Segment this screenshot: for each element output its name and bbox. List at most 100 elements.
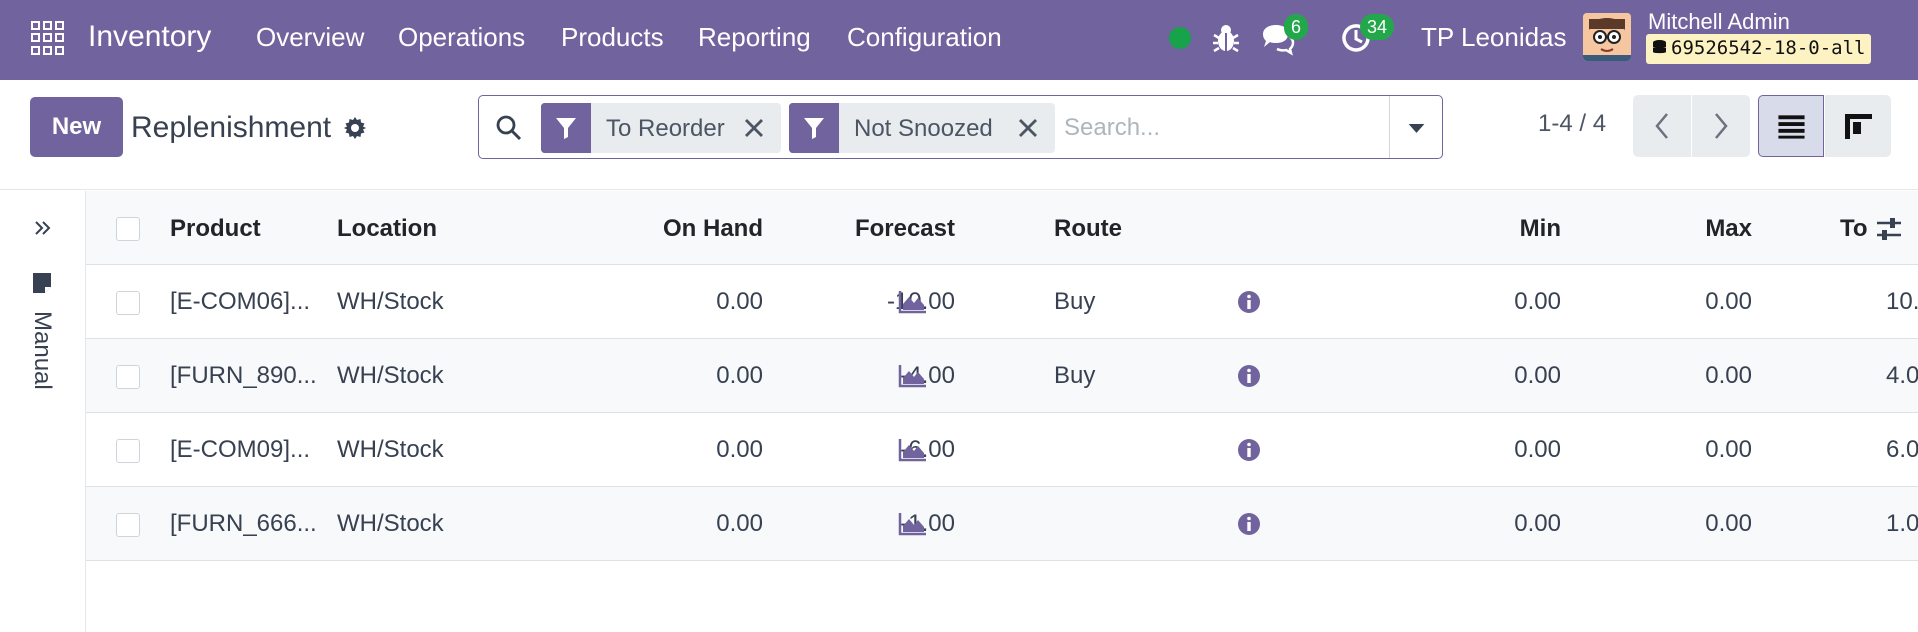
top-navbar: Inventory Overview Operations Products R… [0, 0, 1918, 80]
header-min[interactable]: Min [1386, 215, 1561, 243]
menu-products[interactable]: Products [561, 22, 664, 53]
row-checkbox[interactable] [116, 513, 140, 537]
debug-bug-icon[interactable] [1208, 20, 1244, 56]
table-row[interactable]: [FURN_666... WH/Stock 0.00 -1.00 0.00 0.… [86, 487, 1918, 561]
database-badge: 69526542-18-0-all [1646, 34, 1872, 64]
table-row[interactable]: [E-COM09]... WH/Stock 0.00 -6.00 0.00 0.… [86, 413, 1918, 487]
table-header: Product Location On Hand Forecast Route … [86, 191, 1918, 265]
filter-facet-to-reorder: To Reorder [541, 103, 781, 153]
cell-min: 0.00 [1514, 510, 1561, 537]
messages-count-badge: 6 [1284, 14, 1309, 40]
cell-forecast: -10.00 [786, 288, 955, 316]
cell-forecast: -6.00 [900, 436, 955, 463]
header-to-order[interactable]: To [1840, 215, 1868, 243]
menu-reporting[interactable]: Reporting [698, 22, 811, 53]
database-name: 69526542-18-0-all [1671, 37, 1866, 59]
side-panel: Manual [0, 191, 86, 632]
cell-forecast: -1.00 [900, 510, 955, 537]
cell-product: [E-COM09]... [170, 436, 311, 463]
pager-previous-chevron-left-icon[interactable] [1633, 95, 1691, 157]
cell-max: 0.00 [1705, 288, 1752, 315]
cell-on-hand: 0.00 [716, 436, 763, 463]
control-panel: New Replenishment To Reorder Not Snoozed… [0, 80, 1918, 190]
row-checkbox[interactable] [116, 365, 140, 389]
app-brand[interactable]: Inventory [88, 20, 211, 54]
cell-max: 0.00 [1705, 436, 1752, 463]
company-switcher[interactable]: TP Leonidas [1421, 22, 1567, 53]
filter-funnel-icon [789, 103, 839, 153]
cell-location: WH/Stock [337, 510, 444, 537]
cell-product: [FURN_666... [170, 510, 317, 537]
cell-max: 0.00 [1705, 510, 1752, 537]
cell-on-hand: 0.00 [716, 288, 763, 315]
info-circle-icon[interactable] [1236, 437, 1262, 463]
header-forecast[interactable]: Forecast [786, 215, 955, 243]
activities-count-badge: 34 [1360, 14, 1395, 40]
info-circle-icon[interactable] [1236, 289, 1262, 315]
header-location[interactable]: Location [337, 215, 437, 243]
cell-to-order: 10.0 [1886, 288, 1918, 315]
expand-double-chevron-right-icon[interactable] [30, 215, 56, 241]
cell-min: 0.00 [1514, 362, 1561, 389]
user-avatar[interactable] [1583, 13, 1631, 61]
database-icon [1653, 40, 1666, 54]
select-all-checkbox[interactable] [116, 217, 140, 241]
new-button[interactable]: New [30, 97, 123, 157]
note-icon [33, 273, 51, 293]
row-checkbox[interactable] [116, 439, 140, 463]
cell-on-hand: 0.00 [716, 510, 763, 537]
header-on-hand[interactable]: On Hand [572, 215, 763, 243]
forecast-area-chart-icon[interactable] [898, 289, 928, 315]
facet-label: Not Snoozed [854, 115, 993, 142]
menu-operations[interactable]: Operations [398, 22, 525, 53]
remove-filter-close-icon[interactable] [1015, 115, 1041, 141]
search-input[interactable] [1064, 108, 1364, 148]
search-bar: To Reorder Not Snoozed [478, 95, 1443, 159]
page-title: Replenishment [131, 111, 332, 144]
forecast-area-chart-icon[interactable] [898, 363, 928, 389]
row-checkbox[interactable] [116, 291, 140, 315]
table-row[interactable]: [FURN_890... WH/Stock 0.00 -4.00 Buy 0.0… [86, 339, 1918, 413]
pivot-view-icon[interactable] [1825, 95, 1891, 157]
header-product[interactable]: Product [170, 215, 261, 243]
cell-route: Buy [1054, 288, 1096, 315]
forecast-area-chart-icon[interactable] [898, 511, 928, 537]
cell-max: 0.00 [1705, 362, 1752, 389]
info-circle-icon[interactable] [1236, 363, 1262, 389]
replenishment-table: Product Location On Hand Forecast Route … [86, 191, 1918, 632]
user-name[interactable]: Mitchell Admin [1648, 9, 1790, 35]
optional-columns-sliders-icon[interactable] [1874, 215, 1904, 243]
presence-status-dot [1169, 27, 1191, 49]
menu-overview[interactable]: Overview [256, 22, 364, 53]
cell-route: Buy [1054, 362, 1096, 389]
header-max[interactable]: Max [1586, 215, 1752, 243]
cell-on-hand: 0.00 [716, 362, 763, 389]
filter-funnel-icon [541, 103, 591, 153]
header-route[interactable]: Route [1054, 215, 1122, 243]
cell-to-order: 6.0 [1886, 436, 1918, 463]
cell-product: [E-COM06]... [170, 288, 311, 315]
pager-value[interactable]: 1-4 / 4 [1538, 110, 1606, 138]
cell-min: 0.00 [1514, 436, 1561, 463]
facet-label: To Reorder [606, 115, 725, 142]
search-options-caret-down-icon[interactable] [1389, 96, 1443, 158]
gear-icon[interactable] [343, 116, 367, 140]
app-menu-grid-icon[interactable] [31, 21, 65, 55]
forecast-area-chart-icon[interactable] [898, 437, 928, 463]
menu-configuration[interactable]: Configuration [847, 22, 1002, 53]
list-view-icon[interactable] [1758, 95, 1824, 157]
cell-forecast: -4.00 [900, 362, 955, 389]
cell-location: WH/Stock [337, 362, 444, 389]
cell-location: WH/Stock [337, 436, 444, 463]
search-icon[interactable] [495, 114, 523, 142]
side-panel-label[interactable]: Manual [28, 311, 56, 390]
remove-filter-close-icon[interactable] [741, 115, 767, 141]
cell-location: WH/Stock [337, 288, 444, 315]
info-circle-icon[interactable] [1236, 511, 1262, 537]
cell-product: [FURN_890... [170, 362, 317, 389]
cell-to-order: 4.0 [1886, 362, 1918, 389]
cell-to-order: 1.0 [1886, 510, 1918, 537]
table-row[interactable]: [E-COM06]... WH/Stock 0.00 -10.00 Buy 0.… [86, 265, 1918, 339]
pager-next-chevron-right-icon[interactable] [1692, 95, 1750, 157]
cell-min: 0.00 [1514, 288, 1561, 315]
